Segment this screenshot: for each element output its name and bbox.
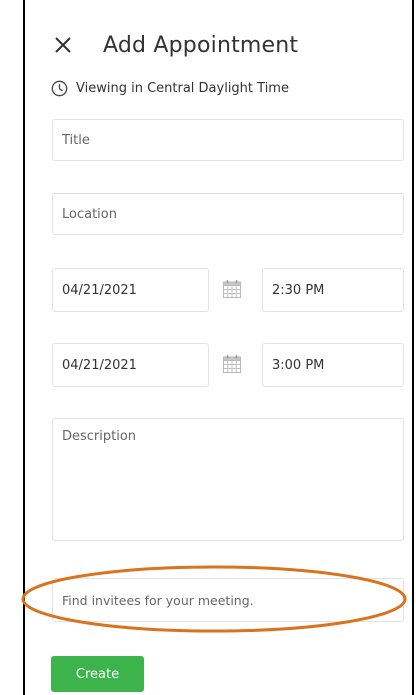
calendar-icon[interactable] xyxy=(222,354,242,374)
create-button[interactable]: Create xyxy=(51,656,144,692)
location-input[interactable] xyxy=(52,193,404,235)
start-date-input[interactable] xyxy=(52,268,209,312)
page-title: Add Appointment xyxy=(103,32,299,58)
invitees-search-input[interactable] xyxy=(52,578,404,622)
calendar-icon[interactable] xyxy=(222,279,242,299)
description-textarea[interactable] xyxy=(52,418,404,541)
close-icon[interactable] xyxy=(52,34,74,56)
start-time-input[interactable] xyxy=(262,268,404,312)
clock-icon xyxy=(51,80,68,97)
appointment-panel: Add Appointment Viewing in Central Dayli… xyxy=(23,0,414,695)
panel-header: Add Appointment xyxy=(52,28,298,62)
title-input[interactable] xyxy=(52,119,404,161)
timezone-text: Viewing in Central Daylight Time xyxy=(76,81,289,96)
end-date-input[interactable] xyxy=(52,343,209,387)
timezone-note: Viewing in Central Daylight Time xyxy=(51,80,289,97)
end-time-input[interactable] xyxy=(262,343,404,387)
